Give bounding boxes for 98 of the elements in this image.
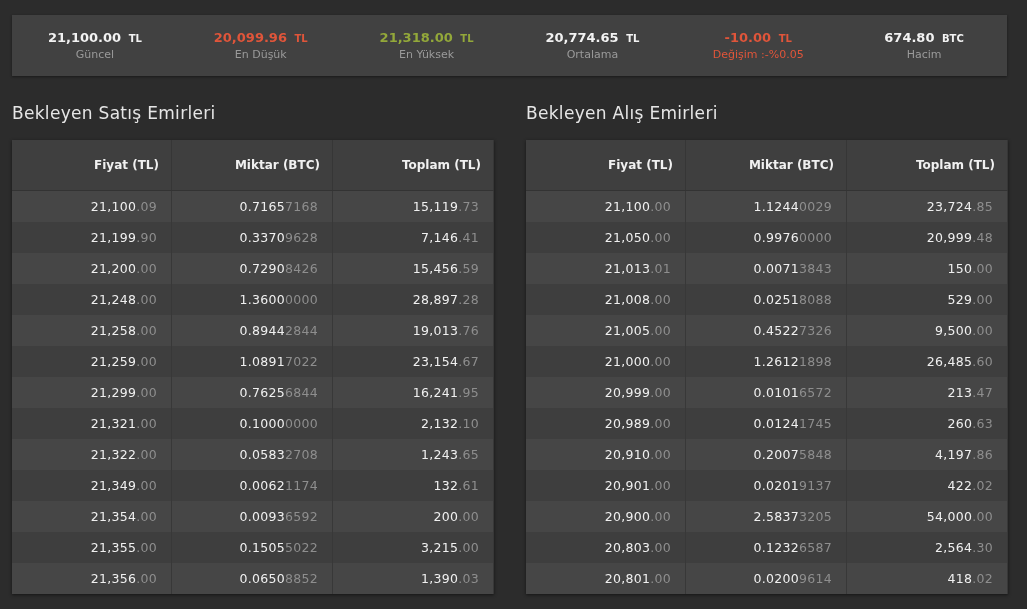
- table-cell: 418.02: [947, 571, 993, 586]
- table-cell: 0.00621174: [239, 478, 318, 493]
- table-cell: 0.06508852: [239, 571, 318, 586]
- table-cell: 0.02009614: [753, 571, 832, 586]
- table-cell: 0.02019137: [753, 478, 832, 493]
- table-cell: 1.12440029: [753, 199, 832, 214]
- column-header: Toplam (TL): [847, 140, 1008, 190]
- column-header: Miktar (BTC): [172, 140, 333, 190]
- table-cell: 0.01241745: [753, 416, 832, 431]
- table-cell: 54,000.00: [926, 509, 993, 524]
- table-cell: 0.76256844: [239, 385, 318, 400]
- table-cell: 23,154.67: [412, 354, 479, 369]
- table-cell: 0.00713843: [753, 261, 832, 276]
- section-title: Bekleyen Satış Emirleri: [12, 103, 216, 123]
- table-cell: 529.00: [947, 292, 993, 307]
- stat-value: 20,774.65 TL: [545, 30, 640, 45]
- table-cell: 20,900.00: [604, 509, 671, 524]
- column-header: Toplam (TL): [333, 140, 494, 190]
- table-cell: 0.20075848: [753, 447, 832, 462]
- table-cell: 20,901.00: [604, 478, 671, 493]
- table-cell: 2.58373205: [753, 509, 832, 524]
- stat-value: -10.00 TL: [724, 30, 792, 45]
- table-cell: 0.10000000: [239, 416, 318, 431]
- table-cell: 21,349.00: [90, 478, 157, 493]
- table-cell: 1.26121898: [753, 354, 832, 369]
- table-cell: 20,999.48: [926, 230, 993, 245]
- table-cell: 0.45227326: [753, 323, 832, 338]
- column-header: Fiyat (TL): [526, 140, 686, 190]
- table-cell: 20,801.00: [604, 571, 671, 586]
- table-cell: 0.00936592: [239, 509, 318, 524]
- table-cell: 0.89442844: [239, 323, 318, 338]
- table-cell: 7,146.41: [420, 230, 479, 245]
- table-cell: 23,724.85: [926, 199, 993, 214]
- stat-value: 21,318.00 TL: [379, 30, 474, 45]
- table-cell: 0.02518088: [753, 292, 832, 307]
- stat-label: En Yüksek: [399, 48, 455, 61]
- table-cell: 21,013.01: [604, 261, 671, 276]
- table-cell: 422.02: [947, 478, 993, 493]
- table-cell: 0.72908426: [239, 261, 318, 276]
- table-cell: 2,564.30: [934, 540, 993, 555]
- stat-value: 21,100.00 TL: [47, 30, 142, 45]
- column-header: Miktar (BTC): [686, 140, 847, 190]
- table-cell: 21,322.00: [90, 447, 157, 462]
- table-cell: 26,485.60: [926, 354, 993, 369]
- table-cell: 1,243.65: [420, 447, 479, 462]
- table-cell: 132.61: [433, 478, 479, 493]
- table-cell: 2,132.10: [420, 416, 479, 431]
- table-cell: 1.36000000: [239, 292, 318, 307]
- table-cell: 200.00: [433, 509, 479, 524]
- table-cell: 260.63: [947, 416, 993, 431]
- table-cell: 21,299.00: [90, 385, 157, 400]
- stat-label: Güncel: [75, 48, 115, 61]
- stat-value: 674.80 BTC: [884, 30, 964, 45]
- table-cell: 20,803.00: [604, 540, 671, 555]
- table-cell: 0.15055022: [239, 540, 318, 555]
- table-cell: 15,119.73: [412, 199, 479, 214]
- table-cell: 15,456.59: [412, 261, 479, 276]
- table-cell: 213.47: [947, 385, 993, 400]
- table-cell: 150.00: [947, 261, 993, 276]
- table-cell: 21,000.00: [604, 354, 671, 369]
- table-cell: 19,013.76: [412, 323, 479, 338]
- table-cell: 1.08917022: [239, 354, 318, 369]
- table-cell: 21,321.00: [90, 416, 157, 431]
- table-cell: 9,500.00: [934, 323, 993, 338]
- table-cell: 21,356.00: [90, 571, 157, 586]
- table-cell: 20,999.00: [604, 385, 671, 400]
- table-cell: 0.01016572: [753, 385, 832, 400]
- table-cell: 21,199.90: [90, 230, 157, 245]
- table-cell: 4,197.86: [934, 447, 993, 462]
- table-cell: 0.12326587: [753, 540, 832, 555]
- table-cell: 20,910.00: [604, 447, 671, 462]
- table-cell: 1,390.03: [420, 571, 479, 586]
- table-cell: 21,259.00: [90, 354, 157, 369]
- table-cell: 0.33709628: [239, 230, 318, 245]
- table-cell: 20,989.00: [604, 416, 671, 431]
- table-cell: 21,100.09: [90, 199, 157, 214]
- stat-value: 20,099.96 TL: [213, 30, 308, 45]
- stat-label: Hacim: [906, 48, 942, 61]
- table-cell: 21,008.00: [604, 292, 671, 307]
- table-cell: 21,100.00: [604, 199, 671, 214]
- table-cell: 21,200.00: [90, 261, 157, 276]
- table-cell: 0.71657168: [239, 199, 318, 214]
- table-cell: 21,258.00: [90, 323, 157, 338]
- stat-label: Değişim :-%0.05: [712, 48, 804, 61]
- table-cell: 21,355.00: [90, 540, 157, 555]
- table-cell: 21,248.00: [90, 292, 157, 307]
- table-cell: 0.05832708: [239, 447, 318, 462]
- table-cell: 21,005.00: [604, 323, 671, 338]
- table-cell: 21,050.00: [604, 230, 671, 245]
- section-title: Bekleyen Alış Emirleri: [526, 103, 718, 123]
- table-cell: 3,215.00: [420, 540, 479, 555]
- table-cell: 0.99760000: [753, 230, 832, 245]
- table-cell: 28,897.28: [412, 292, 479, 307]
- stat-label: En Düşük: [234, 48, 287, 61]
- stat-label: Ortalama: [566, 48, 619, 61]
- table-cell: 16,241.95: [412, 385, 479, 400]
- column-header: Fiyat (TL): [12, 140, 172, 190]
- table-cell: 21,354.00: [90, 509, 157, 524]
